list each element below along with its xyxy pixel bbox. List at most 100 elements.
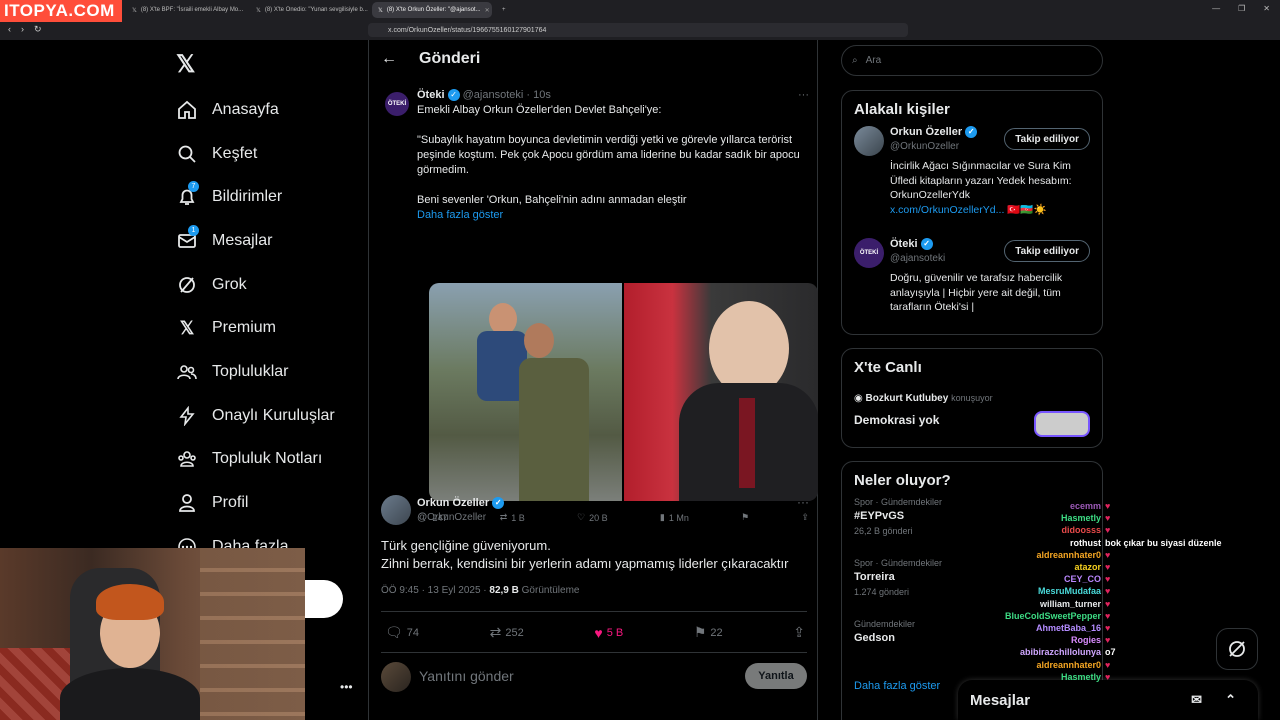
post-button-partial[interactable]	[305, 580, 343, 618]
messages-dock[interactable]: Mesajlar ✉ ⌃	[958, 680, 1258, 720]
home-icon	[176, 99, 198, 121]
like-button[interactable]: ♡ 20 B	[577, 512, 608, 523]
browser-tab[interactable]: 𝕏 (8) X'te BPF: "İsraili emekli Albay Mo.…	[126, 2, 246, 18]
author-name-row[interactable]: Orkun Özeller ✓	[417, 497, 505, 510]
live-topic[interactable]: Demokrasi yok	[854, 413, 939, 427]
related-person[interactable]: Orkun Özeller ✓ @OrkunOzeller Takip edil…	[842, 126, 1102, 238]
close-window-icon[interactable]: ✕	[1263, 4, 1270, 13]
person-name-row[interactable]: Orkun Özeller ✓	[890, 126, 978, 139]
avatar[interactable]: ÖTEKİ	[385, 92, 409, 116]
chat-username: didoosss	[1061, 525, 1101, 536]
chat-username: ecemm	[1069, 501, 1101, 512]
following-button[interactable]: Takip ediliyor	[1004, 240, 1090, 262]
expand-icon[interactable]: ⌃	[1225, 692, 1236, 708]
author-name[interactable]: Öteki	[417, 89, 445, 101]
chat-badge-icon: ♥	[1105, 562, 1111, 573]
chat-username: BlueColdSweetPepper	[1004, 610, 1101, 621]
bio-link[interactable]: x.com/OrkunOzellerYd...	[890, 204, 1004, 216]
search-input[interactable]: ⌕ Ara	[841, 45, 1103, 76]
following-button[interactable]: Takip ediliyor	[1004, 128, 1090, 150]
repost-count: 252	[505, 626, 524, 639]
sidebar-item-label: Mesajlar	[212, 231, 273, 249]
sidebar-item-profile[interactable]: Profil	[176, 481, 335, 525]
chat-line: aldreannhater0 ♥	[1000, 549, 1280, 561]
tweet-image[interactable]	[624, 283, 818, 501]
reply-input[interactable]: Yanıtını gönder	[419, 668, 514, 684]
x-logo-icon[interactable]: 𝕏	[176, 50, 195, 79]
chat-badge-icon: ♥	[1105, 525, 1111, 536]
tweet-images[interactable]	[429, 283, 818, 501]
sidebar-item-home[interactable]: Anasayfa	[176, 88, 335, 132]
avatar[interactable]: ÖTEKİ	[854, 238, 884, 268]
browser-tab-active[interactable]: 𝕏 (8) X'te Orkun Özeller: "@ajansot... ✕	[372, 2, 492, 18]
chat-username: Hasmetly	[1060, 513, 1101, 524]
avatar[interactable]	[854, 126, 884, 156]
back-arrow-icon[interactable]: ←	[381, 50, 397, 68]
sidebar-item-grok[interactable]: Grok	[176, 263, 335, 307]
chat-username: william_turner	[1039, 598, 1101, 609]
sidebar-item-premium[interactable]: 𝕏 Premium	[176, 306, 335, 350]
sidebar-item-communities[interactable]: Topluluklar	[176, 350, 335, 394]
person-name-row[interactable]: Öteki ✓	[890, 238, 933, 251]
show-more-link[interactable]: Daha fazla göster	[854, 680, 940, 692]
heart-filled-icon: ♥	[594, 624, 603, 641]
author-handle[interactable]: @ajansoteki	[463, 89, 524, 101]
messages-dock-label: Mesajlar	[970, 691, 1031, 709]
new-message-icon[interactable]: ✉	[1191, 692, 1202, 708]
reply-submit-button[interactable]: Yanıtla	[745, 663, 807, 689]
bio-text: İncirlik Ağacı Sığınmacılar ve Sura Kim …	[890, 160, 1072, 201]
new-tab-button[interactable]: +	[496, 2, 512, 18]
share-button[interactable]: ⇪	[801, 512, 809, 523]
webcam-person-body	[60, 668, 200, 720]
minimize-icon[interactable]: —	[1212, 4, 1220, 13]
like-button[interactable]: ♥ 5 B	[594, 625, 623, 641]
live-host-row[interactable]: ◉ Bozkurt Kutlubey konuşuyor	[854, 393, 993, 404]
tweet-image[interactable]	[429, 283, 622, 501]
avatar[interactable]	[381, 495, 411, 525]
tweet-timestamp[interactable]: ÖÖ 9:45 · 13 Eyl 2025 ·	[381, 585, 487, 596]
verified-icon: ✓	[447, 89, 460, 102]
reload-icon[interactable]: ↻	[34, 24, 42, 35]
url-field[interactable]: x.com/OrkunOzeller/status/19667551601279…	[368, 23, 908, 37]
lightning-icon	[176, 405, 198, 427]
show-more-link[interactable]: Daha fazla göster	[417, 208, 809, 223]
restore-icon[interactable]: ❐	[1238, 4, 1245, 13]
sidebar-item-community-notes[interactable]: Topluluk Notları	[176, 438, 335, 482]
forward-icon[interactable]: ›	[21, 24, 24, 35]
share-icon: ⇪	[801, 512, 809, 522]
sidebar-nav: Anasayfa Keşfet 7 Bildirimler 1 Mesajlar…	[176, 88, 335, 569]
heart-icon: ♡	[577, 512, 586, 522]
bookmark-button[interactable]: ⚑ 22	[694, 624, 723, 641]
close-tab-icon[interactable]: ✕	[485, 7, 490, 14]
repost-button[interactable]: ⇄ 252	[490, 624, 524, 641]
verified-icon: ✓	[492, 497, 505, 510]
author-handle[interactable]: @OrkunOzeller	[417, 512, 486, 523]
sidebar-item-label: Onaylı Kuruluşlar	[212, 406, 335, 424]
views-button[interactable]: ▮ 1 Mn	[660, 512, 689, 523]
notes-icon	[176, 448, 198, 470]
page-title: Gönderi	[419, 50, 481, 67]
sidebar-item-notifications[interactable]: 7 Bildirimler	[176, 175, 335, 219]
more-options-icon[interactable]: ···	[798, 88, 809, 103]
browser-tab[interactable]: 𝕏 (8) X'te Onedio: "Yunan sevgilisiyle b.…	[250, 2, 370, 18]
reply-button[interactable]: 🗨 74	[385, 624, 419, 641]
more-options-icon[interactable]: ···	[797, 495, 809, 509]
bookmark-button[interactable]: ⚑	[741, 512, 749, 523]
related-person[interactable]: ÖTEKİ Öteki ✓ @ajansoteki Takip ediliyor…	[842, 238, 1102, 350]
x-icon: 𝕏	[256, 7, 261, 14]
live-participants-avatars[interactable]	[1034, 411, 1090, 437]
sidebar-item-explore[interactable]: Keşfet	[176, 132, 335, 176]
sidebar-item-messages[interactable]: 1 Mesajlar	[176, 219, 335, 263]
share-button[interactable]: ⇪	[793, 624, 805, 641]
repost-button[interactable]: ⇄ 1 B	[500, 512, 525, 523]
views-icon: ▮	[659, 512, 665, 522]
share-icon: ⇪	[793, 624, 805, 640]
back-icon[interactable]: ‹	[8, 24, 11, 35]
tweet-time[interactable]: · 10s	[526, 89, 550, 101]
x-icon: 𝕏	[179, 317, 195, 338]
webcam-bookshelf	[200, 548, 305, 720]
more-options-icon[interactable]: •••	[340, 680, 353, 694]
sidebar-item-verified-orgs[interactable]: Onaylı Kuruluşlar	[176, 394, 335, 438]
window-controls: — ❐ ✕	[1212, 4, 1270, 13]
tab-label: (8) X'te BPF: "İsraili emekli Albay Mo..…	[140, 7, 244, 13]
